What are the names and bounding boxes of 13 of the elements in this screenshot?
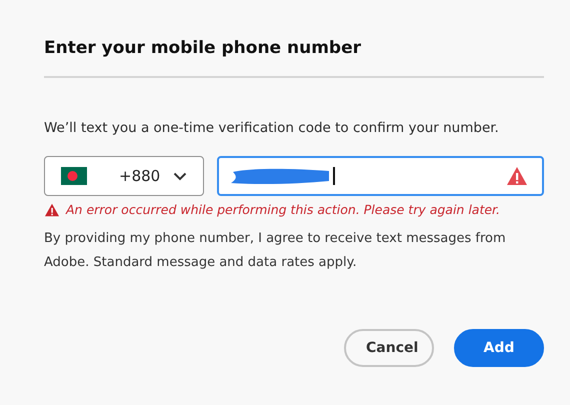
text-cursor xyxy=(333,167,335,185)
disclaimer-text: By providing my phone number, I agree to receive text messages from Adobe. Standard message and data rates apply. xyxy=(44,230,507,272)
description-text: We’ll text you a one-time verification code to confirm your number. xyxy=(44,120,500,136)
warning-icon xyxy=(506,166,528,186)
flag-icon xyxy=(61,167,87,185)
phone-field[interactable] xyxy=(217,156,544,196)
warning-icon xyxy=(44,202,60,216)
dialog-title: Enter your mobile phone number xyxy=(44,38,362,58)
country-picker[interactable]: +880 xyxy=(44,156,204,196)
cancel-button[interactable]: Cancel xyxy=(344,329,434,367)
add-button[interactable]: Add xyxy=(454,329,544,367)
error-message: An error occurred while performing this action. Please try again later. xyxy=(66,202,500,217)
chevron-icon xyxy=(173,172,187,180)
